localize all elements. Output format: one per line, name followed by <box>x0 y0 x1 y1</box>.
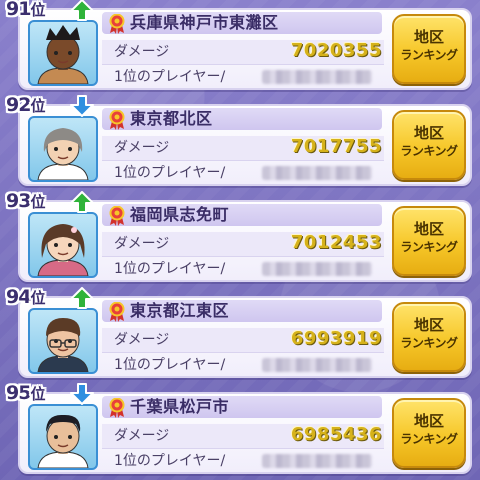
top-player-name-blurred <box>262 262 372 276</box>
ranking-row: 92位 東京都北区 ダメージ 7017755 1位のプレイヤー/ 地区 ランキン… <box>6 94 472 186</box>
district-ranking-button[interactable]: 地区 ランキング <box>392 206 466 276</box>
medal-icon <box>108 109 126 130</box>
rank-number: 93位 <box>6 190 45 214</box>
medal-icon <box>108 205 126 226</box>
damage-label: ダメージ <box>114 428 170 444</box>
button-line1: 地区 <box>413 28 444 46</box>
brown-haired-girl-avatar <box>28 212 98 278</box>
button-line1: 地区 <box>413 220 444 238</box>
ranking-row: 91位 兵庫県神戸市東灘区 ダメージ 7020355 1位のプレイヤー/ 地区 … <box>6 0 472 90</box>
damage-value: 6985436 <box>290 424 382 445</box>
rank-unit: 位 <box>30 1 45 19</box>
district-ranking-button[interactable]: 地区 ランキング <box>392 110 466 180</box>
damage-label: ダメージ <box>114 44 170 60</box>
rank-number: 94位 <box>6 286 45 310</box>
medal-icon <box>108 397 126 418</box>
rank-unit: 位 <box>30 193 45 211</box>
blue-down-arrow-icon <box>70 95 94 117</box>
damage-value: 6993919 <box>290 328 382 349</box>
button-line2: ランキング <box>400 336 458 350</box>
region-name: 千葉県松戸市 <box>130 397 230 416</box>
top-player-label: 1位のプレイヤー/ <box>114 69 226 85</box>
button-line2: ランキング <box>400 48 458 62</box>
ranking-row: 94位 東京都江東区 ダメージ 6993919 1位のプレイヤー/ 地区 ランキ… <box>6 286 472 378</box>
damage-value: 7012453 <box>290 232 382 253</box>
glasses-man-avatar <box>28 308 98 374</box>
black-haired-boy-avatar <box>28 404 98 470</box>
green-up-arrow-icon <box>70 191 94 213</box>
blue-down-arrow-icon <box>70 383 94 405</box>
dark-skinned-boy-avatar <box>28 20 98 86</box>
top-player-name-blurred <box>262 166 372 180</box>
button-line1: 地区 <box>413 124 444 142</box>
top-player-label: 1位のプレイヤー/ <box>114 453 226 469</box>
top-player-label: 1位のプレイヤー/ <box>114 165 226 181</box>
button-line1: 地区 <box>413 412 444 430</box>
district-ranking-button[interactable]: 地区 ランキング <box>392 14 466 84</box>
green-up-arrow-icon <box>70 0 94 21</box>
top-player-name-blurred <box>262 454 372 468</box>
rank-unit: 位 <box>30 385 45 403</box>
damage-value: 7020355 <box>290 40 382 61</box>
rank-number: 91位 <box>6 0 45 22</box>
medal-icon <box>108 13 126 34</box>
district-ranking-button[interactable]: 地区 ランキング <box>392 398 466 468</box>
gray-haired-woman-avatar <box>28 116 98 182</box>
ranking-list[interactable]: 91位 兵庫県神戸市東灘区 ダメージ 7020355 1位のプレイヤー/ 地区 … <box>0 0 480 480</box>
rank-value: 94 <box>6 286 31 308</box>
ranking-row: 95位 千葉県松戸市 ダメージ 6985436 1位のプレイヤー/ 地区 ランキ… <box>6 382 472 474</box>
rank-value: 91 <box>6 0 31 20</box>
rank-number: 95位 <box>6 382 45 406</box>
button-line1: 地区 <box>413 316 444 334</box>
top-player-name-blurred <box>262 358 372 372</box>
button-line2: ランキング <box>400 432 458 446</box>
damage-label: ダメージ <box>114 332 170 348</box>
damage-value: 7017755 <box>290 136 382 157</box>
region-name: 東京都江東区 <box>130 301 230 320</box>
region-name: 福岡県志免町 <box>130 205 230 224</box>
top-player-name-blurred <box>262 70 372 84</box>
rank-unit: 位 <box>30 289 45 307</box>
rank-unit: 位 <box>30 97 45 115</box>
region-name: 東京都北区 <box>130 109 213 128</box>
top-player-label: 1位のプレイヤー/ <box>114 357 226 373</box>
top-player-label: 1位のプレイヤー/ <box>114 261 226 277</box>
ranking-row: 93位 福岡県志免町 ダメージ 7012453 1位のプレイヤー/ 地区 ランキ… <box>6 190 472 282</box>
damage-label: ダメージ <box>114 236 170 252</box>
rank-value: 93 <box>6 190 31 212</box>
button-line2: ランキング <box>400 144 458 158</box>
green-up-arrow-icon <box>70 287 94 309</box>
damage-label: ダメージ <box>114 140 170 156</box>
district-ranking-button[interactable]: 地区 ランキング <box>392 302 466 372</box>
rank-value: 92 <box>6 94 31 116</box>
rank-value: 95 <box>6 382 31 404</box>
medal-icon <box>108 301 126 322</box>
button-line2: ランキング <box>400 240 458 254</box>
rank-number: 92位 <box>6 94 45 118</box>
region-name: 兵庫県神戸市東灘区 <box>130 13 279 32</box>
